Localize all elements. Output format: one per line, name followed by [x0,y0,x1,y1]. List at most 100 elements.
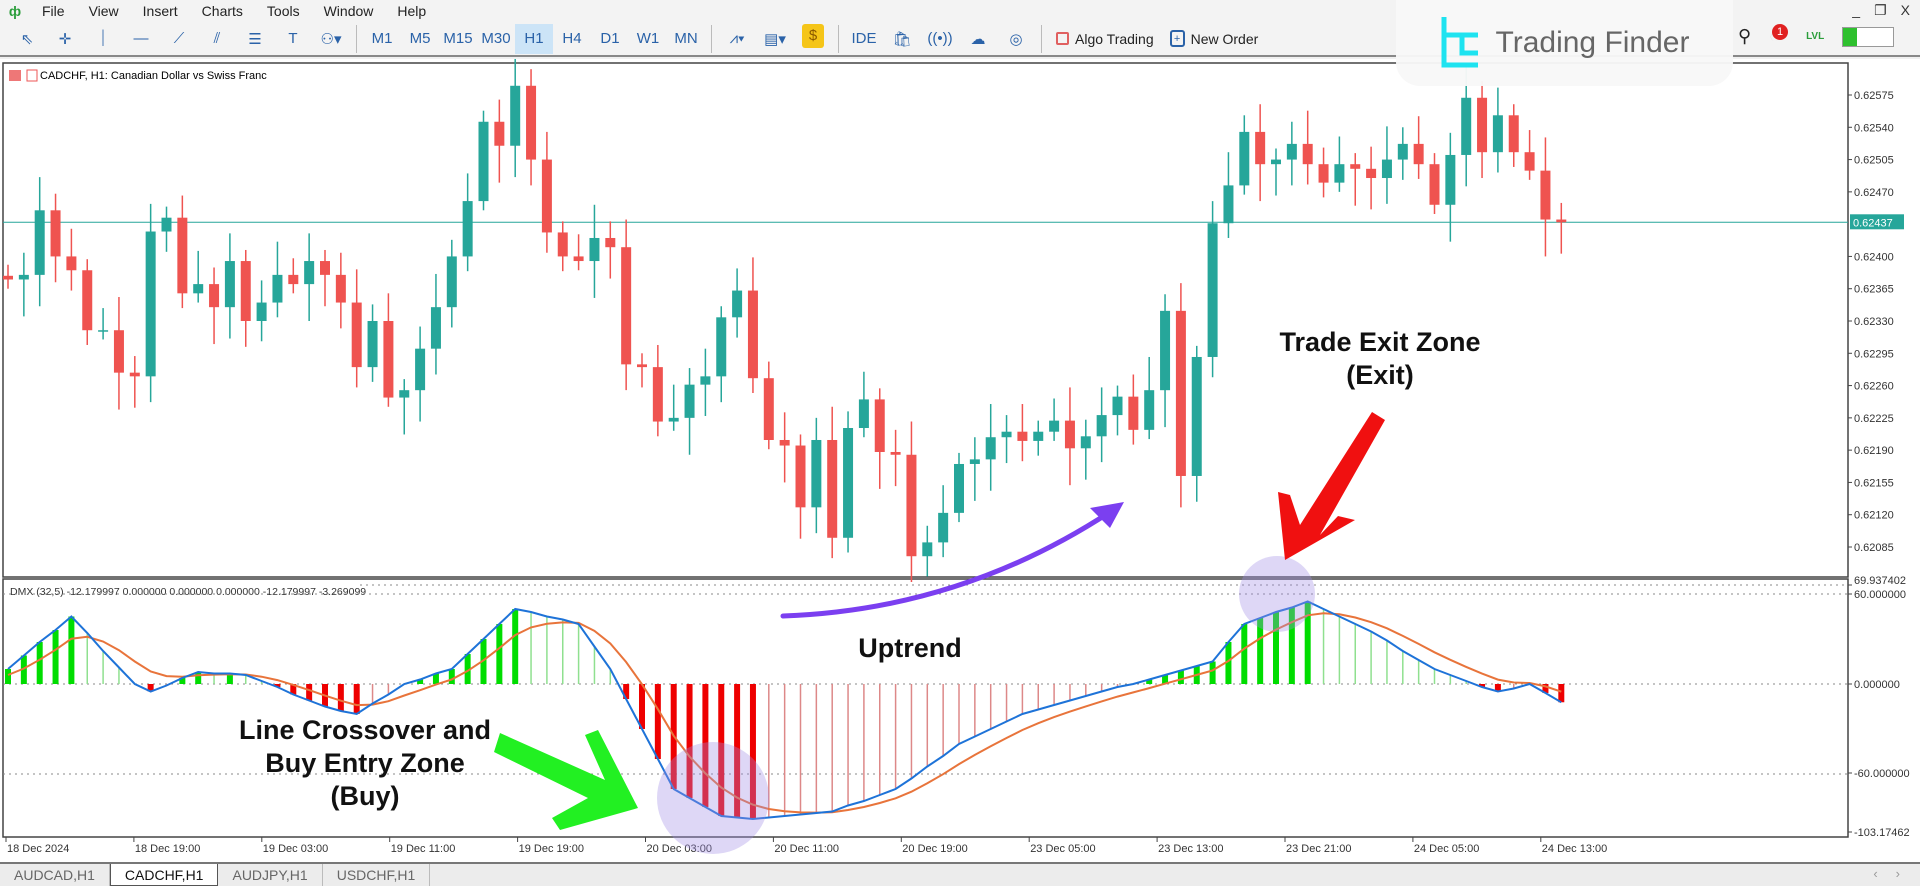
horizontal-line-icon[interactable]: — [122,24,160,54]
candle [1381,126,1392,204]
new-order-icon: + [1169,30,1185,47]
network-icon[interactable]: ◎ [997,24,1035,54]
minimize-button[interactable]: _ [1852,2,1860,19]
dollar-icon[interactable]: $ [802,23,824,48]
candle [874,388,885,489]
notifications-button[interactable]: ◔1 [1769,23,1789,47]
chart-grid-icon [9,70,21,81]
close-button[interactable]: X [1901,2,1910,19]
price-tick-label: 0.62085 [1854,542,1894,554]
candle [224,233,235,339]
menu-window[interactable]: Window [312,3,386,19]
candle [50,193,61,283]
indicator-tick-label: 69.937402 [1854,575,1906,587]
menu-charts[interactable]: Charts [190,3,255,19]
price-tick-label: 0.62155 [1854,477,1894,489]
channel-icon[interactable]: ⫽ [198,24,236,54]
level-indicator [1842,26,1895,47]
shapes-icon[interactable]: ⚇▾ [312,24,350,54]
candle [684,368,695,455]
tab-cadchf-h1[interactable]: CADCHF,H1 [109,864,219,886]
candle [510,52,521,178]
chart-type-icon[interactable]: ⩘▾ [718,24,756,54]
candle [954,452,964,523]
candle [1223,152,1234,238]
price-tick-label: 0.62120 [1854,510,1894,522]
price-tick-label: 0.62575 [1854,90,1894,102]
timeframe-h4[interactable]: H4 [553,24,591,54]
price-tick-label: 0.62225 [1854,413,1894,425]
timeframe-m30[interactable]: M30 [477,24,515,54]
candle [827,406,838,559]
ide-button[interactable]: IDE [845,24,883,54]
menu-tools[interactable]: Tools [255,3,312,19]
indicator-label: DMX (32,5) -12.179997 0.000000 0.000000 … [10,586,366,598]
candle [145,203,156,403]
tab-audjpy-h1[interactable]: AUDJPY,H1 [218,864,323,886]
menu-insert[interactable]: Insert [131,3,190,19]
scroll-left-icon[interactable]: ‹ [1873,866,1877,881]
indicator-tick-label: 0.000000 [1854,679,1900,691]
candle [1080,419,1091,480]
indicator-tick-label: 60.000000 [1854,589,1906,601]
algo-trading-button[interactable]: Algo Trading [1048,31,1162,47]
time-tick-label: 23 Dec 13:00 [1158,843,1223,855]
menu-help[interactable]: Help [385,3,438,19]
menu-file[interactable]: File [30,3,77,19]
cursor-icon[interactable]: ⇖ [8,24,46,54]
vps-cloud-icon[interactable]: ☁ [959,24,997,54]
market-bag-icon[interactable]: 🛍 [883,24,921,54]
candle [161,206,172,252]
timeframe-d1[interactable]: D1 [591,24,629,54]
candle [716,306,727,403]
time-tick-label: 19 Dec 19:00 [519,843,584,855]
exit-zone-highlight [1239,556,1315,632]
timeframe-mn[interactable]: MN [667,24,705,54]
timeframe-m1[interactable]: M1 [363,24,401,54]
candle [272,241,283,318]
candle [1334,136,1345,192]
candle [383,293,394,407]
uptrend-annotation: Uptrend [858,633,962,663]
exit-annotation: Trade Exit Zone (Exit) [1230,326,1530,392]
time-tick-label: 19 Dec 03:00 [263,843,328,855]
trendline-icon[interactable]: ⟋ [160,24,198,54]
timeframe-m5[interactable]: M5 [401,24,439,54]
timeframe-w1[interactable]: W1 [629,24,667,54]
menu-view[interactable]: View [77,3,131,19]
restore-button[interactable]: ❐ [1874,2,1887,19]
candle [1492,87,1503,173]
candle [478,110,489,211]
candle [969,437,980,501]
crosshair-icon[interactable]: ✛ [46,24,84,54]
vertical-line-icon[interactable]: ⏐ [84,24,122,54]
new-order-button[interactable]: + New Order [1162,30,1267,47]
tab-usdchf-h1[interactable]: USDCHF,H1 [323,864,431,886]
candle [113,297,124,410]
candle [922,525,933,577]
timeframe-h1[interactable]: H1 [515,23,553,54]
timeframe-m15[interactable]: M15 [439,24,477,54]
lvl-icon[interactable]: LVL [1806,31,1824,42]
candle [18,252,29,317]
tab-audcad-h1[interactable]: AUDCAD,H1 [0,864,110,886]
candle [605,221,616,279]
price-tick-label: 0.62470 [1854,187,1894,199]
search-icon[interactable]: ⚲ [1738,26,1751,47]
scroll-right-icon[interactable]: › [1896,866,1900,881]
text-icon[interactable]: T [274,24,312,54]
indicators-icon[interactable]: ▤▾ [756,24,794,54]
current-price-label: 0.62437 [1853,217,1893,229]
candle [779,412,790,483]
fibonacci-icon[interactable]: ☰ [236,24,274,54]
candle [1318,147,1329,198]
candle [320,249,330,307]
price-tick-label: 0.62365 [1854,284,1894,296]
candle [526,69,537,186]
signals-icon[interactable]: ((•)) [921,24,959,54]
exit-annotation-line: Trade Exit Zone [1279,327,1481,357]
entry-annotation-line: (Buy) [330,781,400,811]
notification-badge: 1 [1772,23,1789,40]
candle [1477,81,1488,179]
candle [1001,415,1012,464]
